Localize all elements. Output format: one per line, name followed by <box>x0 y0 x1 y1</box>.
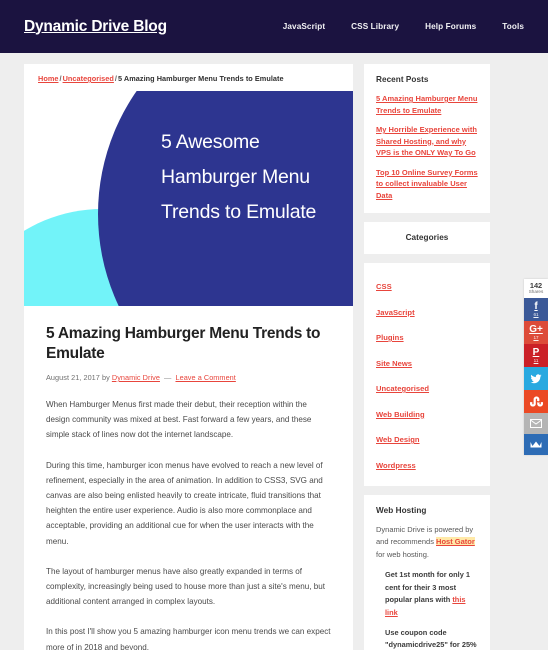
recent-post-link[interactable]: My Horrible Experience with Shared Hosti… <box>376 124 478 159</box>
featured-image: 5 Awesome Hamburger Menu Trends to Emula… <box>24 91 353 306</box>
recent-post-link[interactable]: 5 Amazing Hamburger Menu Trends to Emula… <box>376 93 478 116</box>
sidebar: Recent Posts 5 Amazing Hamburger Menu Tr… <box>364 64 490 650</box>
article-paragraph: When Hamburger Menus first made their de… <box>46 400 312 440</box>
category-link-wordpress[interactable]: Wordpress <box>376 461 416 470</box>
offer-text: Use coupon code "dynamicdrive25" for 25%… <box>385 627 477 650</box>
main-navigation: JavaScript CSS Library Help Forums Tools <box>283 22 526 31</box>
list-item: Web Building <box>376 404 478 422</box>
article-paragraph: During this time, hamburger icon menus h… <box>46 460 323 546</box>
share-count-label: Shares <box>528 289 544 295</box>
recent-post-link[interactable]: Top 10 Online Survey Forms to collect in… <box>376 167 478 202</box>
category-link-css[interactable]: CSS <box>376 282 392 291</box>
share-button-email[interactable] <box>524 413 548 434</box>
stumbleupon-icon <box>529 396 543 407</box>
breadcrumb: Home/Uncategorised/5 Amazing Hamburger M… <box>24 64 353 91</box>
list-item: Get 1st month for only 1 cent for their … <box>385 569 478 619</box>
by-label: by <box>101 373 110 382</box>
facebook-share-count: 61 <box>533 311 539 317</box>
category-link-plugins[interactable]: Plugins <box>376 333 404 342</box>
publish-date: August 21, 2017 <box>46 373 100 382</box>
breadcrumb-category[interactable]: Uncategorised <box>63 74 114 83</box>
widget-title-recent-posts: Recent Posts <box>376 75 429 84</box>
web-hosting-intro: Dynamic Drive is powered by and recommen… <box>376 524 478 562</box>
list-item: CSS <box>376 276 478 294</box>
hero-line-1: 5 Awesome <box>161 131 260 153</box>
page-title: 5 Amazing Hamburger Menu Trends to Emula… <box>46 325 321 362</box>
google-plus-share-count: 17 <box>533 334 539 340</box>
share-button-stumbleupon[interactable] <box>524 390 548 413</box>
site-header: Dynamic Drive Blog JavaScript CSS Librar… <box>0 0 548 53</box>
share-button-facebook[interactable]: f 61 <box>524 298 548 321</box>
list-item: My Horrible Experience with Shared Hosti… <box>376 124 478 159</box>
share-button-twitter[interactable] <box>524 367 548 390</box>
host-gator-link[interactable]: Host Gator <box>436 537 475 547</box>
nav-item-javascript[interactable]: JavaScript <box>283 22 325 31</box>
breadcrumb-home[interactable]: Home <box>38 74 58 83</box>
list-item: Use coupon code "dynamicdrive25" for 25%… <box>385 627 478 650</box>
hero-text-block: 5 Awesome Hamburger Menu Trends to Emula… <box>161 125 353 230</box>
category-link-web-design[interactable]: Web Design <box>376 435 420 444</box>
share-button-more[interactable] <box>524 434 548 455</box>
nav-item-help-forums[interactable]: Help Forums <box>425 22 476 31</box>
list-item: Wordpress <box>376 455 478 473</box>
recent-posts-list: 5 Amazing Hamburger Menu Trends to Emula… <box>376 93 478 201</box>
pinterest-share-count: 11 <box>533 357 539 363</box>
list-item: Top 10 Online Survey Forms to collect in… <box>376 167 478 202</box>
list-item: Site News <box>376 353 478 371</box>
category-link-uncategorised[interactable]: Uncategorised <box>376 384 429 393</box>
category-link-javascript[interactable]: JavaScript <box>376 308 415 317</box>
widget-categories-list: CSS JavaScript Plugins Site News Uncateg… <box>364 263 490 486</box>
widget-title-categories: Categories <box>405 233 449 242</box>
categories-list: CSS JavaScript Plugins Site News Uncateg… <box>376 276 478 473</box>
hosting-intro-after: for web hosting. <box>376 549 429 559</box>
list-item: Plugins <box>376 327 478 345</box>
share-button-pinterest[interactable]: P 11 <box>524 344 548 367</box>
widget-web-hosting: Web Hosting Dynamic Drive is powered by … <box>364 494 490 650</box>
article-body: 5 Amazing Hamburger Menu Trends to Emula… <box>24 306 353 650</box>
twitter-icon <box>530 373 542 385</box>
pinterest-icon: P <box>532 346 540 358</box>
social-share-bar: 142 Shares f 61 G+ 17 P 11 <box>524 279 548 455</box>
hero-line-3: Trends to Emulate <box>161 201 317 223</box>
article-meta: August 21, 2017 by Dynamic Drive — Leave… <box>46 373 331 382</box>
share-total-count: 142 Shares <box>524 279 548 298</box>
page-content-wrapper: Home/Uncategorised/5 Amazing Hamburger M… <box>0 53 548 650</box>
article-paragraph: The layout of hamburger menus have also … <box>46 566 325 607</box>
list-item: Web Design <box>376 429 478 447</box>
nav-item-tools[interactable]: Tools <box>502 22 524 31</box>
list-item: 5 Amazing Hamburger Menu Trends to Emula… <box>376 93 478 116</box>
share-button-google-plus[interactable]: G+ 17 <box>524 321 548 344</box>
meta-dash: — <box>164 373 172 382</box>
category-link-web-building[interactable]: Web Building <box>376 410 425 419</box>
web-hosting-offers: Get 1st month for only 1 cent for their … <box>385 569 478 650</box>
list-item: Uncategorised <box>376 378 478 396</box>
nav-item-css-library[interactable]: CSS Library <box>351 22 399 31</box>
widget-categories-header: Categories <box>364 222 490 254</box>
google-plus-icon: G+ <box>529 323 543 335</box>
list-item: JavaScript <box>376 302 478 320</box>
leave-comment-link[interactable]: Leave a Comment <box>175 373 235 382</box>
article-paragraph: In this post I'll show you 5 amazing ham… <box>46 627 331 650</box>
main-content-column: Home/Uncategorised/5 Amazing Hamburger M… <box>24 64 353 650</box>
hero-line-2: Hamburger Menu <box>161 166 310 188</box>
share-count-number: 142 <box>529 281 543 290</box>
category-link-site-news[interactable]: Site News <box>376 359 412 368</box>
site-title-link[interactable]: Dynamic Drive Blog <box>24 18 167 36</box>
envelope-icon <box>530 419 542 428</box>
share-plus-icon <box>530 440 542 449</box>
widget-recent-posts: Recent Posts 5 Amazing Hamburger Menu Tr… <box>364 64 490 213</box>
breadcrumb-current-page: 5 Amazing Hamburger Menu Trends to Emula… <box>117 74 284 83</box>
facebook-icon: f <box>534 300 538 312</box>
author-link[interactable]: Dynamic Drive <box>112 373 160 382</box>
widget-title-web-hosting: Web Hosting <box>376 505 427 515</box>
